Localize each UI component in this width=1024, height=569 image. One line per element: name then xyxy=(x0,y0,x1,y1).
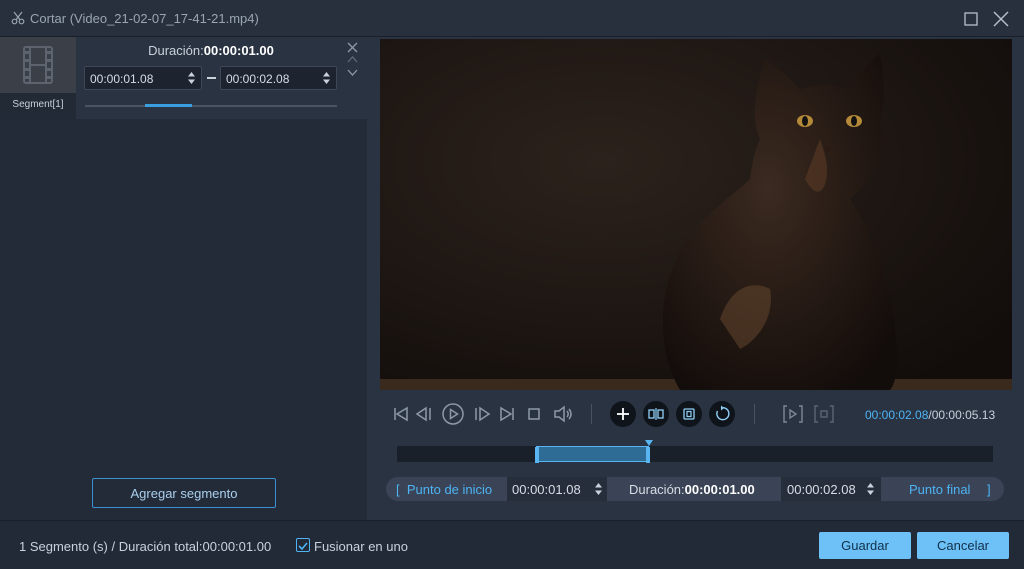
trim-duration: Duración:00:00:01.00 xyxy=(629,482,755,497)
total-time: /00:00:05.13 xyxy=(928,408,996,422)
segment-panel: Segment[1] Duración:00:00:01.00 00:00:01… xyxy=(0,37,367,520)
play-icon[interactable] xyxy=(441,402,465,426)
playback-controls: 00:00:02.08/00:00:05.13 xyxy=(367,400,1024,428)
range-dash xyxy=(207,77,216,79)
plus-icon xyxy=(617,408,629,420)
segment-label: Segment[1] xyxy=(12,99,64,110)
segment-start-value: 00:00:01.08 xyxy=(90,72,154,86)
cat-image xyxy=(380,39,1012,390)
total-summary: 1 Segmento (s) / Duración total:00:00:01… xyxy=(19,539,272,554)
segment-duration-value: 00:00:01.00 xyxy=(203,43,274,58)
trim-bar: [ Punto de inicio 00:00:01.08 Duración:0… xyxy=(386,477,1004,501)
segment-start-field[interactable]: 00:00:01.08 xyxy=(84,66,202,90)
move-up-icon xyxy=(347,56,358,63)
start-handle[interactable] xyxy=(535,447,539,463)
delete-segment-icon xyxy=(347,42,358,53)
scissors-icon xyxy=(11,11,25,25)
end-handle[interactable] xyxy=(646,447,650,463)
cut-window: Cortar (Video_21-02-07_17-41-21.mp4) Seg… xyxy=(0,0,1024,569)
spinner-icon[interactable] xyxy=(187,69,196,87)
playhead[interactable] xyxy=(645,440,653,446)
timeline-selection[interactable] xyxy=(535,446,650,463)
merge-label[interactable]: Fusionar en uno xyxy=(314,539,408,554)
trim-duration-value: 00:00:01.00 xyxy=(684,482,755,497)
spinner-icon[interactable] xyxy=(594,480,603,498)
merge-checkbox[interactable] xyxy=(296,538,310,552)
add-marker-button[interactable] xyxy=(610,401,636,427)
reset-icon xyxy=(716,405,730,421)
bracket-left: [ xyxy=(396,482,400,497)
stop-icon[interactable] xyxy=(522,402,546,426)
maximize-icon[interactable] xyxy=(960,8,982,30)
go-to-start-marker-icon[interactable] xyxy=(781,402,805,426)
cancel-button[interactable]: Cancelar xyxy=(917,532,1009,559)
copy-icon xyxy=(683,408,695,420)
skip-to-end-icon[interactable] xyxy=(495,402,519,426)
segment-end-field[interactable]: 00:00:02.08 xyxy=(220,66,337,90)
segment-range-fill xyxy=(145,104,192,107)
split-button[interactable] xyxy=(643,401,669,427)
spinner-icon[interactable] xyxy=(866,480,875,498)
move-down-icon xyxy=(347,69,358,76)
film-icon xyxy=(0,37,76,93)
trim-duration-label: Duración: xyxy=(629,482,685,497)
title-bar: Cortar (Video_21-02-07_17-41-21.mp4) xyxy=(0,0,1024,37)
time-display: 00:00:02.08/00:00:05.13 xyxy=(865,408,995,422)
segment-end-value: 00:00:02.08 xyxy=(226,72,290,86)
segment-item[interactable]: Segment[1] Duración:00:00:01.00 00:00:01… xyxy=(0,37,367,119)
segment-thumbnail: Segment[1] xyxy=(0,37,76,119)
volume-icon[interactable] xyxy=(551,402,575,426)
bracket-right: ] xyxy=(987,482,991,497)
previous-frame-icon[interactable] xyxy=(413,402,437,426)
set-end-point-button[interactable]: Punto final xyxy=(909,482,970,497)
skip-to-start-icon[interactable] xyxy=(389,402,413,426)
timeline-track[interactable] xyxy=(397,440,993,463)
segment-duration: Duración:00:00:01.00 xyxy=(84,43,338,58)
copy-segment-button[interactable] xyxy=(676,401,702,427)
add-segment-button[interactable]: Agregar segmento xyxy=(92,478,276,508)
go-to-end-marker-icon[interactable] xyxy=(812,402,836,426)
segment-controls xyxy=(347,42,358,76)
trim-end-field[interactable]: 00:00:02.08 xyxy=(787,482,856,497)
check-icon xyxy=(298,542,308,551)
trim-start-field[interactable]: 00:00:01.08 xyxy=(512,482,581,497)
spinner-icon[interactable] xyxy=(322,69,331,87)
divider xyxy=(754,404,755,424)
window-title: Cortar (Video_21-02-07_17-41-21.mp4) xyxy=(30,11,259,26)
reset-button[interactable] xyxy=(709,401,735,427)
preview-panel: 00:00:02.08/00:00:05.13 [ Punto de inici… xyxy=(367,37,1024,520)
footer: 1 Segmento (s) / Duración total:00:00:01… xyxy=(0,520,1024,569)
current-time: 00:00:02.08 xyxy=(865,408,929,422)
segment-range-track xyxy=(85,105,337,107)
close-icon[interactable] xyxy=(990,8,1012,30)
set-start-point-button[interactable]: [ Punto de inicio xyxy=(396,482,492,497)
video-preview[interactable] xyxy=(380,39,1012,390)
next-frame-icon[interactable] xyxy=(469,402,493,426)
start-point-label: Punto de inicio xyxy=(406,482,493,497)
divider xyxy=(591,404,592,424)
split-icon xyxy=(648,408,664,420)
segment-duration-label: Duración: xyxy=(148,43,204,58)
save-button[interactable]: Guardar xyxy=(819,532,911,559)
